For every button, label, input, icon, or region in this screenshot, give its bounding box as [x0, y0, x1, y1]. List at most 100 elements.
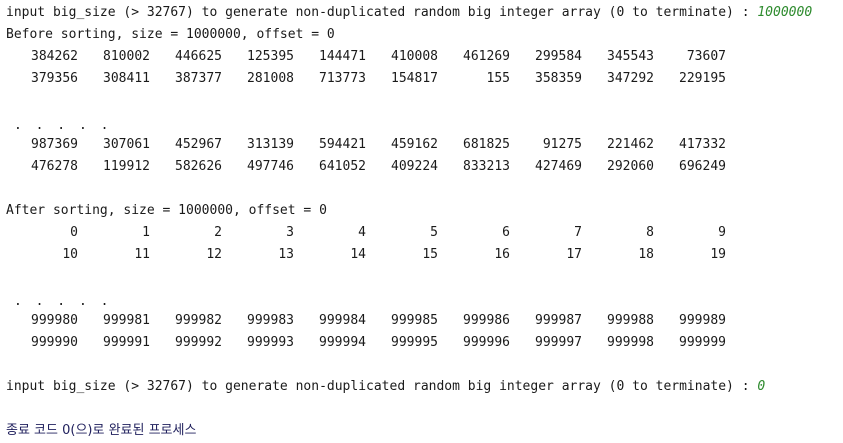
user-input-value: 0 [757, 379, 766, 394]
number-cell: 11 [134, 247, 150, 262]
number-cell: 299584 [535, 49, 582, 64]
number-cell: 999984 [319, 313, 366, 328]
number-cell: 999994 [319, 335, 366, 350]
number-cell: 999999 [679, 335, 726, 350]
number-cell: 459162 [391, 137, 438, 152]
number-cell: 999997 [535, 335, 582, 350]
number-cell: 999981 [103, 313, 150, 328]
number-cell: 91275 [542, 137, 582, 152]
number-cell: 452967 [175, 137, 222, 152]
number-cell: 15 [422, 247, 438, 262]
number-cell: 307061 [103, 137, 150, 152]
number-cell: 18 [638, 247, 654, 262]
number-cell: 14 [350, 247, 366, 262]
number-cell: 476278 [31, 159, 78, 174]
number-cell: 999983 [247, 313, 294, 328]
number-cell: 4 [358, 225, 366, 240]
number-cell: 497746 [247, 159, 294, 174]
number-row: 476278 119912 582626 497746 641052 409224 8332… [6, 156, 840, 178]
number-cell: 594421 [319, 137, 366, 152]
number-row: 999990 999991 999992 999993 999994 999995 9999… [6, 332, 840, 354]
number-cell: 999995 [391, 335, 438, 350]
number-cell: 833213 [463, 159, 510, 174]
number-cell: 345543 [607, 49, 654, 64]
number-cell: 12 [206, 247, 222, 262]
number-cell: 154817 [391, 71, 438, 86]
number-cell: 281008 [247, 71, 294, 86]
number-cell: 3 [286, 225, 294, 240]
before-rows-start: 384262 810002 446625 125395 144471 410008 4612… [6, 46, 840, 90]
number-row: 10 11 12 13 14 15 16 17 18 19 [6, 244, 840, 266]
number-row: 987369 307061 452967 313139 594421 459162 6818… [6, 134, 840, 156]
number-cell: 681825 [463, 137, 510, 152]
number-cell: 1 [142, 225, 150, 240]
input-prompt-line: input big_size (> 32767) to generate non… [6, 2, 840, 24]
after-rows-end: 999980 999981 999982 999983 999984 999985 9999… [6, 310, 840, 354]
ellipsis: . . . . . [14, 118, 112, 133]
number-cell: 999980 [31, 313, 78, 328]
number-cell: 0 [70, 225, 78, 240]
number-cell: 999992 [175, 335, 222, 350]
number-cell: 292060 [607, 159, 654, 174]
number-cell: 119912 [103, 159, 150, 174]
after-rows-start: 0 1 2 3 4 5 6 7 8 9 1 0 11 12 13 14 15 16 17 18 19 [6, 222, 840, 266]
before-sorting-header: Before sorting, size = 1000000, offset =… [6, 27, 335, 42]
number-cell: 7 [574, 225, 582, 240]
number-cell: 5 [430, 225, 438, 240]
number-cell: 999990 [31, 335, 78, 350]
number-cell: 417332 [679, 137, 726, 152]
process-exit-message: 종료 코드 0(으)로 완료된 프로세스 [6, 423, 197, 438]
number-cell: 308411 [103, 71, 150, 86]
number-cell: 347292 [607, 71, 654, 86]
number-cell: 696249 [679, 159, 726, 174]
number-cell: 461269 [463, 49, 510, 64]
number-cell: 999985 [391, 313, 438, 328]
number-cell: 155 [486, 71, 510, 86]
number-cell: 13 [278, 247, 294, 262]
number-cell: 144471 [319, 49, 366, 64]
number-cell: 6 [502, 225, 510, 240]
number-cell: 999982 [175, 313, 222, 328]
number-cell: 999996 [463, 335, 510, 350]
number-cell: 16 [494, 247, 510, 262]
number-cell: 125395 [247, 49, 294, 64]
number-cell: 713773 [319, 71, 366, 86]
number-cell: 17 [566, 247, 582, 262]
user-input-value: 1000000 [757, 5, 813, 20]
number-cell: 384262 [31, 49, 78, 64]
number-cell: 999989 [679, 313, 726, 328]
number-row: 379356 308411 387377 281008 713773 154817 155 3… [6, 68, 840, 90]
number-cell: 229195 [679, 71, 726, 86]
before-rows-end: 987369 307061 452967 313139 594421 459162 6818… [6, 134, 840, 178]
number-cell: 8 [646, 225, 654, 240]
number-cell: 582626 [175, 159, 222, 174]
input-prompt-line: input big_size (> 32767) to generate non… [6, 376, 840, 398]
number-cell: 999998 [607, 335, 654, 350]
number-cell: 387377 [175, 71, 222, 86]
number-cell: 446625 [175, 49, 222, 64]
prompt-text: input big_size (> 32767) to generate non… [6, 379, 758, 394]
number-cell: 999987 [535, 313, 582, 328]
number-cell: 999991 [103, 335, 150, 350]
number-cell: 641052 [319, 159, 366, 174]
number-cell: 313139 [247, 137, 294, 152]
number-cell: 9 [718, 225, 726, 240]
number-row: 0 1 2 3 4 5 6 7 8 9 [6, 222, 840, 244]
number-cell: 410008 [391, 49, 438, 64]
after-sorting-header: After sorting, size = 1000000, offset = … [6, 203, 327, 218]
number-row: 384262 810002 446625 125395 144471 410008 4612… [6, 46, 840, 68]
number-cell: 379356 [31, 71, 78, 86]
console-output: input big_size (> 32767) to generate non… [6, 2, 840, 442]
number-cell: 999993 [247, 335, 294, 350]
number-cell: 19 [710, 247, 726, 262]
number-cell: 810002 [103, 49, 150, 64]
number-cell: 987369 [31, 137, 78, 152]
number-cell: 2 [214, 225, 222, 240]
number-cell: 427469 [535, 159, 582, 174]
ellipsis: . . . . . [14, 294, 112, 309]
